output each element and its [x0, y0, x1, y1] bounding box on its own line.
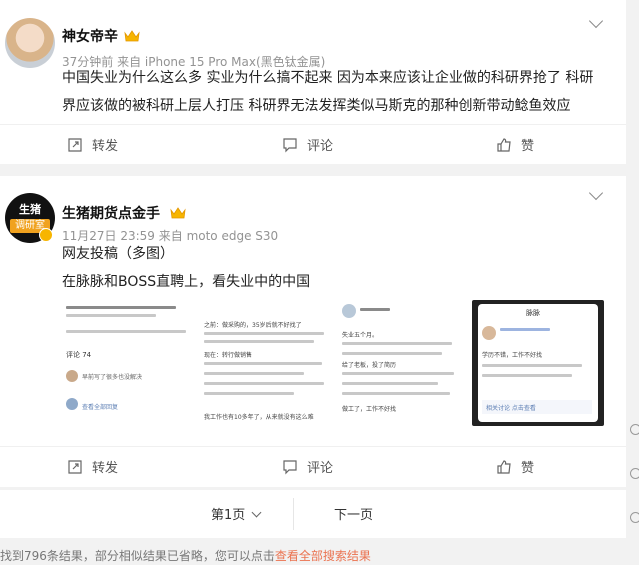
pagination: 第1页 下一页 [0, 490, 626, 538]
thumbs-up-icon [497, 459, 511, 474]
repost-label: 转发 [92, 461, 119, 476]
image-thumbnail[interactable]: 评论 74 早前写了很多也没解决 查看全部回复 [62, 300, 194, 426]
avatar-text-top: 生猪 [19, 203, 41, 216]
post-text-line: 网友投稿（多图） [62, 246, 174, 262]
divider [293, 498, 294, 530]
thumb-text: 我工作也有10多年了，从来就没有这么难 [204, 414, 314, 421]
post-text-line: 中国失业为什么这么多 实业为什么搞不起来 因为本来应该让企业做的科研界抢了 科研 [62, 70, 594, 86]
comment-label: 评论 [307, 461, 334, 476]
like-button[interactable]: 赞 [495, 457, 534, 476]
thumb-text: 评论 74 [66, 351, 92, 359]
page-number: 第1页 [211, 508, 246, 523]
author-name[interactable]: 生猪期货点金手 [62, 203, 160, 223]
comment-button[interactable]: 评论 [281, 457, 333, 476]
repost-button[interactable]: 转发 [66, 457, 118, 476]
post-text-line: 界应该做的被科研上层人打压 科研界无法发挥类似马斯克的那种创新带动鲶鱼效应 [62, 98, 571, 114]
thumb-text: 相关讨论 点击查看 [486, 405, 536, 412]
post-text: 网友投稿（多图） 在脉脉和BOSS直聘上，看失业中的中国 [62, 240, 612, 296]
action-bar: 转发 评论 赞 [0, 124, 626, 163]
post-text: 中国失业为什么这么多 实业为什么搞不起来 因为本来应该让企业做的科研界抢了 科研… [62, 64, 612, 120]
post-card-1: 神女帝辛 37分钟前 来自 iPhone 15 Pro Max(黑色钛金属) 中… [0, 0, 626, 164]
repost-icon [68, 459, 82, 474]
thumb-text: 查看全部回复 [82, 404, 119, 411]
crown-icon [170, 207, 186, 219]
post-text-line: 在脉脉和BOSS直聘上，看失业中的中国 [62, 274, 311, 290]
thumb-text: 脉脉 [526, 309, 540, 317]
repost-icon [68, 137, 82, 152]
thumb-text: 之前：做采购的，35岁后就不好找了 [204, 322, 302, 329]
avatar[interactable] [5, 18, 55, 68]
thumb-text: 失业五个月。 [342, 332, 379, 339]
action-bar: 转发 评论 赞 [0, 446, 626, 487]
thumb-text: 早前写了很多也没解决 [82, 374, 143, 381]
side-control-icon[interactable] [630, 468, 639, 479]
thumbs-up-icon [497, 137, 511, 152]
image-thumbnail[interactable]: 失业五个月。 给了老板，投了简历 做工了，工作不好找 [338, 300, 466, 426]
thumb-text: 学历不错，工作不好找 [482, 352, 543, 359]
image-thumbnail[interactable]: 之前：做采购的，35岁后就不好找了 现在：转行做销售 我工作也有10多年了，从来… [200, 300, 332, 426]
like-label: 赞 [521, 461, 535, 476]
repost-button[interactable]: 转发 [66, 135, 118, 154]
comment-label: 评论 [307, 139, 334, 154]
result-summary-text: 找到796条结果，部分相似结果已省略，您可以点击 [0, 549, 275, 563]
crown-icon [124, 30, 140, 42]
image-grid: 评论 74 早前写了很多也没解决 查看全部回复 之前：做采购的，35岁后就不好找… [62, 300, 604, 426]
view-all-results-link[interactable]: 查看全部搜索结果 [275, 549, 371, 563]
thumb-text: 现在：转行做销售 [204, 352, 253, 359]
verified-badge-icon [39, 228, 53, 242]
like-button[interactable]: 赞 [495, 135, 534, 154]
thumb-text: 做工了，工作不好找 [342, 406, 397, 413]
repost-label: 转发 [92, 139, 119, 154]
comment-icon [283, 459, 297, 474]
like-label: 赞 [521, 139, 535, 154]
author-name[interactable]: 神女帝辛 [62, 26, 118, 46]
side-control-icon[interactable] [630, 424, 639, 435]
next-page-button[interactable]: 下一页 [334, 504, 373, 523]
chevron-down-icon [251, 507, 262, 518]
page-select[interactable]: 第1页 [211, 504, 262, 523]
chevron-down-icon[interactable] [588, 13, 604, 29]
comment-icon [283, 137, 297, 152]
result-summary: 找到796条结果，部分相似结果已省略，您可以点击查看全部搜索结果 [0, 547, 371, 564]
thumb-text: 给了老板，投了简历 [342, 362, 397, 369]
comment-button[interactable]: 评论 [281, 135, 333, 154]
side-control-icon[interactable] [630, 512, 639, 523]
image-thumbnail[interactable]: 脉脉 学历不错，工作不好找 相关讨论 点击查看 [472, 300, 604, 426]
